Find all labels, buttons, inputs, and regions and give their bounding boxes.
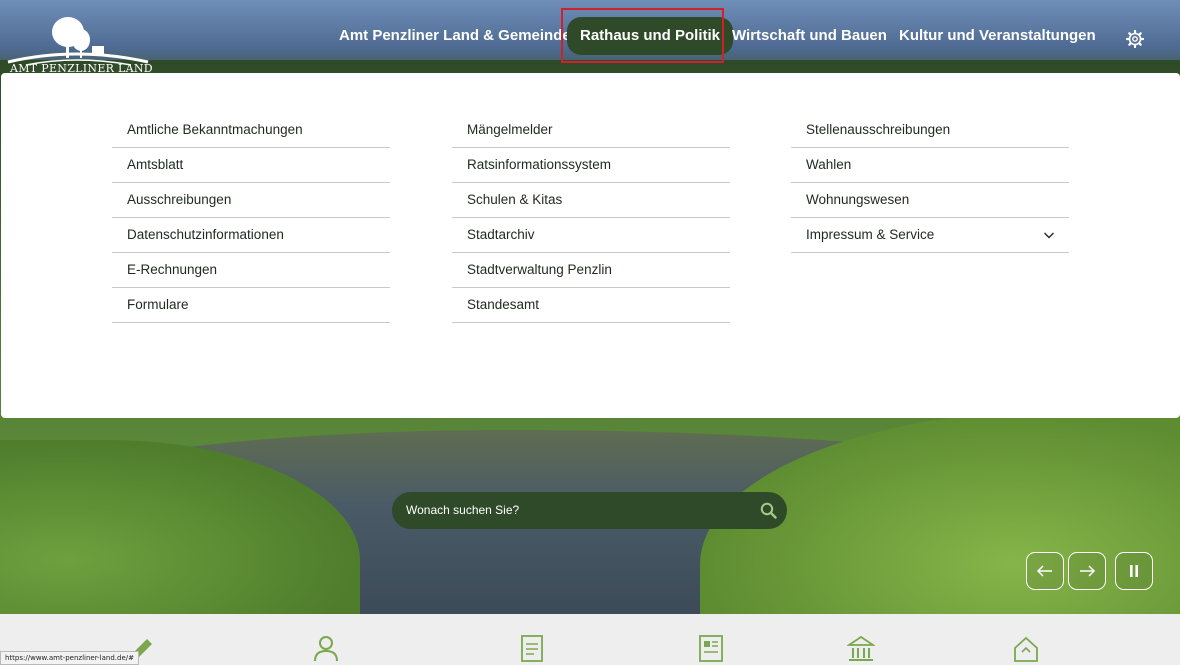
slider-prev-button[interactable] — [1026, 552, 1064, 590]
menu-column-2: Mängelmelder Ratsinformationssystem Schu… — [452, 113, 730, 323]
menu-link-formulare[interactable]: Formulare — [112, 288, 390, 323]
menu-link-wohnungswesen[interactable]: Wohnungswesen — [791, 183, 1069, 218]
menu-column-3: Stellenausschreibungen Wahlen Wohnungswe… — [791, 113, 1069, 253]
focus-highlight-box — [561, 8, 724, 63]
townhall-icon[interactable] — [847, 634, 875, 662]
menu-link-stellenausschreibungen[interactable]: Stellenausschreibungen — [791, 113, 1069, 148]
document-icon[interactable] — [518, 634, 546, 662]
nav-item-kultur-und-veranstaltungen[interactable]: Kultur und Veranstaltungen — [886, 17, 1109, 55]
menu-link-amtsblatt[interactable]: Amtsblatt — [112, 148, 390, 183]
menu-link-amtliche-bekanntmachungen[interactable]: Amtliche Bekanntmachungen — [112, 113, 390, 148]
arrow-left-icon — [1036, 565, 1052, 577]
status-bar-url: https://www.amt-penzliner-land.de/# — [0, 651, 139, 665]
menu-link-ratsinformationssystem[interactable]: Ratsinformationssystem — [452, 148, 730, 183]
menu-link-stadtarchiv[interactable]: Stadtarchiv — [452, 218, 730, 253]
slider-next-button[interactable] — [1068, 552, 1106, 590]
slider-pause-button[interactable] — [1115, 552, 1153, 590]
menu-link-ausschreibungen[interactable]: Ausschreibungen — [112, 183, 390, 218]
gear-icon[interactable] — [1125, 29, 1145, 49]
menu-link-datenschutzinformationen[interactable]: Datenschutzinformationen — [112, 218, 390, 253]
search-input[interactable] — [406, 492, 561, 529]
search-bar — [392, 492, 787, 529]
search-icon[interactable] — [760, 502, 777, 519]
menu-link-schulen-kitas[interactable]: Schulen & Kitas — [452, 183, 730, 218]
house-icon[interactable] — [1012, 634, 1040, 662]
menu-link-maengelmelder[interactable]: Mängelmelder — [452, 113, 730, 148]
chevron-down-icon[interactable] — [1043, 229, 1055, 241]
menu-column-1: Amtliche Bekanntmachungen Amtsblatt Auss… — [112, 113, 390, 323]
pause-icon — [1130, 565, 1138, 577]
menu-link-impressum-service[interactable]: Impressum & Service — [791, 218, 1069, 253]
nav-item-amt-penzliner-land[interactable]: Amt Penzliner Land & Gemeinden — [326, 17, 593, 55]
menu-link-standesamt[interactable]: Standesamt — [452, 288, 730, 323]
newspaper-icon[interactable] — [697, 634, 725, 662]
arrow-right-icon — [1080, 565, 1096, 577]
quick-links-bar — [0, 614, 1180, 665]
menu-link-stadtverwaltung-penzlin[interactable]: Stadtverwaltung Penzlin — [452, 253, 730, 288]
mega-menu-dropdown: Amtliche Bekanntmachungen Amtsblatt Auss… — [1, 73, 1180, 418]
menu-link-e-rechnungen[interactable]: E-Rechnungen — [112, 253, 390, 288]
person-icon[interactable] — [312, 634, 340, 662]
nav-item-wirtschaft-und-bauen[interactable]: Wirtschaft und Bauen — [719, 17, 900, 55]
menu-link-label: Impressum & Service — [806, 227, 935, 242]
menu-link-wahlen[interactable]: Wahlen — [791, 148, 1069, 183]
